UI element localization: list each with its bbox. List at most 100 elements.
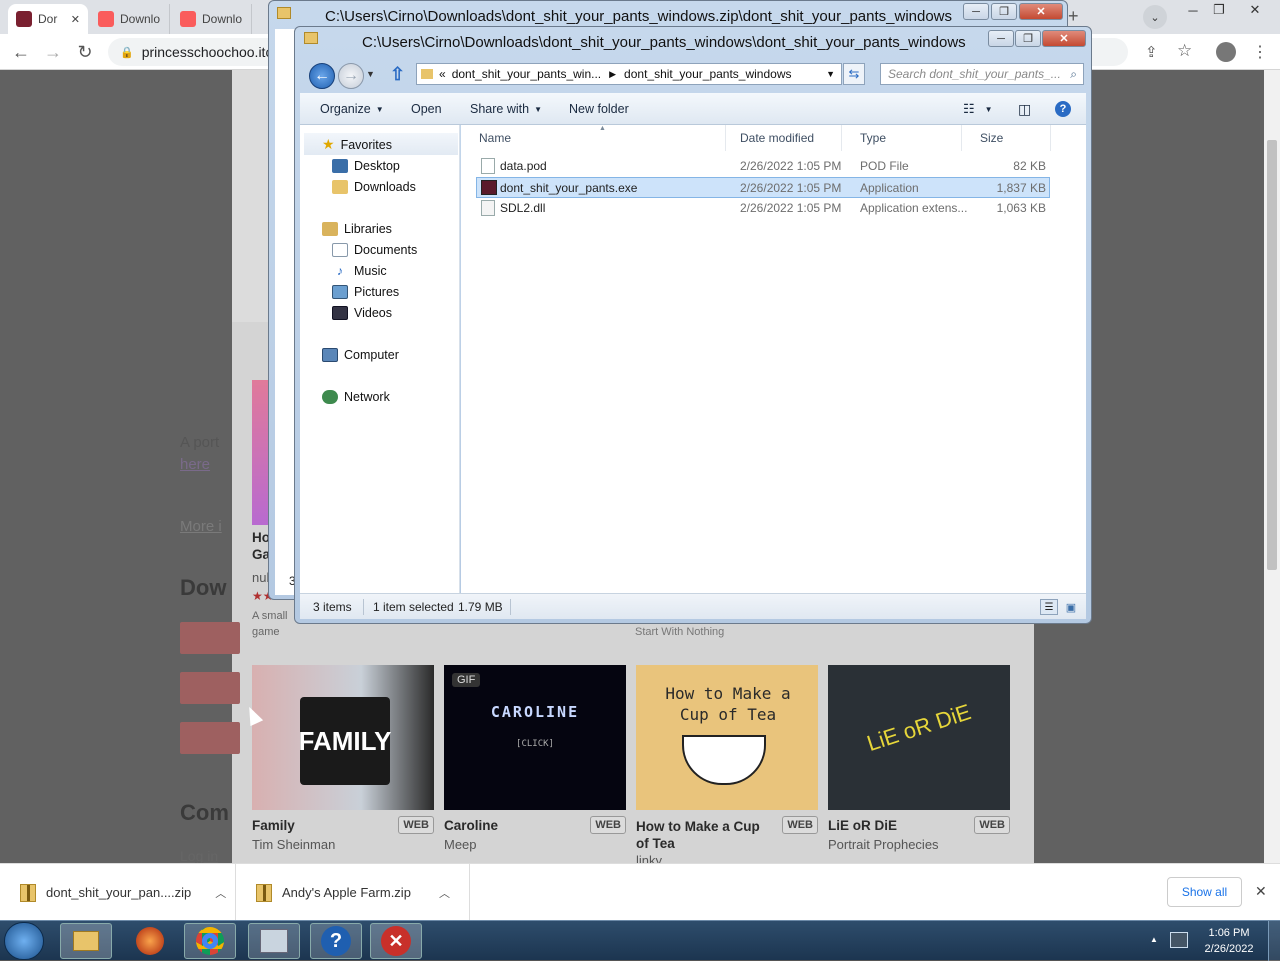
nav-desktop[interactable]: Desktop: [332, 155, 400, 176]
file-row[interactable]: SDL2.dll 2/26/2022 1:05 PM Application e…: [476, 198, 1050, 219]
details-view-icon[interactable]: ☰: [1040, 599, 1058, 615]
share-icon[interactable]: ⇪: [1145, 43, 1158, 61]
nav-network[interactable]: Network: [322, 386, 390, 407]
nav-videos[interactable]: Videos: [332, 302, 392, 323]
tab-active[interactable]: Dor ✕: [8, 4, 88, 34]
download-item[interactable]: dont_shit_your_pan....zip ︿: [0, 864, 236, 921]
show-hidden-icons-icon[interactable]: ▲: [1150, 935, 1158, 944]
file-row[interactable]: data.pod 2/26/2022 1:05 PM POD File 82 K…: [476, 156, 1050, 177]
column-header-size[interactable]: Size: [962, 125, 1051, 151]
file-row-selected[interactable]: dont_shit_your_pants.exe 2/26/2022 1:05 …: [476, 177, 1050, 198]
more-info-link[interactable]: More i: [180, 518, 222, 535]
nav-libraries[interactable]: Libraries: [322, 218, 392, 239]
game-title[interactable]: How to Make a Cup of Tea: [636, 818, 776, 852]
address-dropdown-icon[interactable]: ▼: [826, 69, 835, 79]
browser-close-button[interactable]: ✕: [1240, 0, 1270, 20]
help-taskbar-icon[interactable]: ?: [310, 923, 362, 959]
game-author[interactable]: Portrait Prophecies: [828, 837, 1010, 852]
start-orb-icon[interactable]: [4, 922, 44, 960]
game-author[interactable]: linky: [636, 853, 818, 863]
log-in-link[interactable]: Log in: [180, 848, 218, 863]
nav-music[interactable]: ♪ Music: [332, 260, 387, 281]
bookmark-star-icon[interactable]: ☆: [1177, 41, 1192, 61]
profile-avatar-icon[interactable]: [1216, 42, 1236, 62]
nav-computer[interactable]: Computer: [322, 344, 399, 365]
forward-arrow-icon[interactable]: →: [338, 63, 364, 89]
scrollbar-thumb[interactable]: [1267, 140, 1277, 570]
download-button-1[interactable]: [180, 622, 240, 654]
download-button-3[interactable]: [180, 722, 240, 754]
game-thumbnail[interactable]: GIF CAROLINE [CLICK]: [444, 665, 626, 810]
minimize-button[interactable]: ─: [963, 3, 989, 20]
firefox-taskbar-icon[interactable]: [124, 923, 176, 959]
show-all-button[interactable]: Show all: [1167, 877, 1242, 907]
error-taskbar-icon[interactable]: ✕: [370, 923, 422, 959]
clock-time[interactable]: 1:06 PM: [1196, 927, 1262, 939]
show-desktop-button[interactable]: [1268, 921, 1280, 961]
column-header-date[interactable]: Date modified: [722, 125, 842, 151]
share-with-button[interactable]: Share with ▼: [470, 93, 542, 125]
maximize-button[interactable]: ❐: [991, 3, 1017, 20]
game-card-lie-or-die[interactable]: LiE oR DiE LiE oR DiE Portrait Prophecie…: [828, 665, 1010, 863]
file-date: 2/26/2022 1:05 PM: [740, 159, 842, 173]
close-tab-icon[interactable]: ✕: [71, 13, 80, 26]
chevron-up-icon[interactable]: ︿: [215, 885, 226, 901]
breadcrumb-segment[interactable]: dont_shit_your_pants_win...: [452, 67, 601, 81]
close-button[interactable]: ✕: [1042, 30, 1086, 47]
chevron-up-icon[interactable]: ︿: [439, 885, 450, 901]
download-item[interactable]: Andy's Apple Farm.zip ︿: [236, 864, 470, 921]
new-folder-button[interactable]: New folder: [569, 93, 629, 125]
back-arrow-icon[interactable]: ←: [10, 42, 32, 62]
search-input[interactable]: Search dont_shit_your_pants_... ⌕: [880, 63, 1084, 85]
overflow-chevron-icon[interactable]: «: [439, 67, 446, 81]
clock-date[interactable]: 2/26/2022: [1196, 943, 1262, 955]
close-downloads-bar-icon[interactable]: ✕: [1255, 883, 1267, 900]
change-view-icon[interactable]: ☷ ▼: [963, 93, 993, 125]
forward-arrow-icon[interactable]: →: [42, 42, 64, 62]
game-thumbnail[interactable]: How to Make a Cup of Tea: [636, 665, 818, 810]
open-button[interactable]: Open: [411, 93, 442, 125]
maximize-button[interactable]: ❐: [1015, 30, 1041, 47]
game-author[interactable]: Meep: [444, 837, 626, 852]
browser-maximize-button[interactable]: ❐: [1204, 0, 1234, 20]
nav-downloads[interactable]: Downloads: [332, 176, 416, 197]
refresh-icon[interactable]: ⇆: [843, 63, 865, 85]
game-card-caroline[interactable]: GIF CAROLINE [CLICK] Caroline Meep WEB: [444, 665, 626, 863]
tab-download-1[interactable]: Downlo: [90, 4, 170, 34]
back-arrow-icon[interactable]: ←: [309, 63, 335, 89]
nav-pictures[interactable]: Pictures: [332, 281, 399, 302]
recent-locations-chevron-icon[interactable]: ▼: [366, 69, 375, 79]
address-breadcrumb[interactable]: « dont_shit_your_pants_win... ▶ dont_shi…: [416, 63, 842, 85]
explorer-taskbar-icon[interactable]: [60, 923, 112, 959]
game-author[interactable]: Tim Sheinman: [252, 837, 434, 852]
organize-button[interactable]: Organize ▼: [320, 93, 384, 125]
nav-documents[interactable]: Documents: [332, 239, 417, 260]
up-arrow-icon[interactable]: ⇧: [390, 64, 405, 85]
help-icon[interactable]: ?: [1055, 101, 1071, 117]
column-header-type[interactable]: Type: [842, 125, 962, 151]
preview-pane-icon[interactable]: ◫: [1018, 93, 1031, 125]
file-date: 2/26/2022 1:05 PM: [740, 201, 842, 215]
windows-taskbar: ? ✕ ▲ 1:06 PM 2/26/2022: [0, 920, 1280, 961]
game-thumbnail[interactable]: LiE oR DiE: [828, 665, 1010, 810]
here-link[interactable]: here: [180, 456, 210, 473]
column-header-name[interactable]: Name: [461, 125, 726, 151]
close-button[interactable]: ✕: [1019, 3, 1063, 20]
large-icons-view-icon[interactable]: ▣: [1062, 599, 1080, 615]
minimize-button[interactable]: ─: [988, 30, 1014, 47]
tab-search-chevron-icon[interactable]: ⌄: [1143, 5, 1167, 29]
network-tray-icon[interactable]: [1170, 932, 1188, 948]
game-thumbnail[interactable]: FAMILY: [252, 665, 434, 810]
game-card-tea[interactable]: How to Make a Cup of Tea How to Make a C…: [636, 665, 818, 863]
app-taskbar-icon[interactable]: [248, 923, 300, 959]
reload-icon[interactable]: ↻: [74, 42, 96, 62]
new-tab-button[interactable]: +: [1068, 6, 1079, 27]
breadcrumb-separator-icon[interactable]: ▶: [609, 69, 616, 80]
breadcrumb-segment[interactable]: dont_shit_your_pants_windows: [624, 67, 791, 81]
kebab-menu-icon[interactable]: ⋮: [1252, 42, 1268, 62]
nav-favorites[interactable]: ★ Favorites: [322, 134, 392, 155]
download-button-2[interactable]: [180, 672, 240, 704]
chrome-taskbar-icon[interactable]: [184, 923, 236, 959]
tab-download-2[interactable]: Downlo: [172, 4, 252, 34]
game-card-family[interactable]: FAMILY Family Tim Sheinman WEB: [252, 665, 434, 863]
